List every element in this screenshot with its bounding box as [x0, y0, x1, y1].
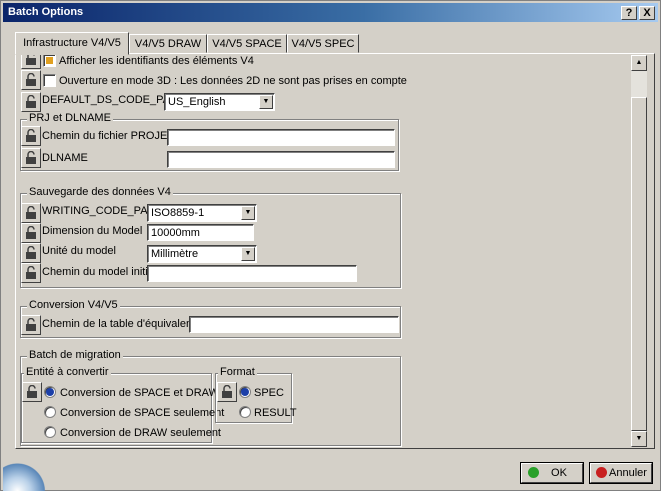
- combo-value: Millimètre: [151, 248, 199, 260]
- lock-icon[interactable]: [21, 126, 41, 146]
- combo-value: US_English: [168, 96, 226, 108]
- open-3d-mode-label: Ouverture en mode 3D : Les données 2D ne…: [59, 75, 407, 87]
- tab-space[interactable]: V4/V5 SPACE: [207, 34, 287, 53]
- lock-icon[interactable]: [21, 55, 41, 69]
- close-button[interactable]: X: [639, 6, 655, 20]
- group-title: Conversion V4/V5: [27, 299, 120, 311]
- entity-radio-draw-only[interactable]: [44, 426, 56, 438]
- equivalence-table-label: Chemin de la table d'équivalence: [42, 318, 204, 330]
- entity-radio-space-draw[interactable]: [44, 386, 56, 398]
- initial-model-path-field[interactable]: [147, 265, 357, 282]
- default-ds-code-page-combo[interactable]: US_English ▼: [164, 93, 275, 111]
- show-identifiers-label: Afficher les identifiants des éléments V…: [59, 55, 254, 67]
- lock-icon[interactable]: [217, 382, 237, 402]
- batch-options-window: Batch Options ? X Infrastructure V4/V5 V…: [0, 0, 661, 491]
- format-radio-result[interactable]: [239, 406, 251, 418]
- tab-panel: Afficher les identifiants des éléments V…: [15, 53, 655, 449]
- options-scroll-area: Afficher les identifiants des éléments V…: [17, 55, 631, 447]
- combo-value: ISO8859-1: [151, 207, 205, 219]
- initial-model-path-label: Chemin du model initial: [42, 266, 157, 278]
- project-file-field[interactable]: [167, 129, 395, 146]
- cancel-icon: [596, 467, 607, 478]
- model-unit-combo[interactable]: Millimètre ▼: [147, 245, 257, 263]
- tab-infrastructure[interactable]: Infrastructure V4/V5: [15, 32, 129, 55]
- scroll-thumb[interactable]: [631, 97, 647, 431]
- title-bar[interactable]: Batch Options ? X: [3, 3, 658, 22]
- group-title: Batch de migration: [27, 349, 123, 361]
- cancel-label: Annuler: [609, 467, 647, 479]
- group-title: Format: [218, 366, 257, 378]
- project-file-label: Chemin du fichier PROJECT: [42, 130, 182, 142]
- lock-icon[interactable]: [21, 223, 41, 243]
- entity-radio-space-only[interactable]: [44, 406, 56, 418]
- entity-option-label: Conversion de SPACE et DRAW: [60, 387, 219, 399]
- vertical-scrollbar[interactable]: ▲ ▼: [631, 55, 647, 447]
- lock-icon[interactable]: [22, 382, 42, 402]
- group-title: Entité à convertir: [24, 366, 111, 378]
- ok-button[interactable]: OK: [521, 463, 583, 483]
- ok-label: OK: [551, 467, 567, 479]
- dlname-label: DLNAME: [42, 152, 88, 164]
- entity-option-label: Conversion de DRAW seulement: [60, 427, 221, 439]
- equivalence-table-field[interactable]: [189, 316, 399, 333]
- help-button[interactable]: ?: [621, 6, 637, 20]
- scroll-down-button[interactable]: ▼: [631, 431, 647, 447]
- lock-icon[interactable]: [21, 315, 41, 335]
- group-title: Sauvegarde des données V4: [27, 186, 173, 198]
- ok-icon: [528, 467, 539, 478]
- entity-option-label: Conversion de SPACE seulement: [60, 407, 225, 419]
- format-option-label: SPEC: [254, 387, 284, 399]
- lock-icon[interactable]: [21, 263, 41, 283]
- writing-code-page-label: WRITING_CODE_PAGE: [42, 205, 164, 217]
- show-identifiers-checkbox[interactable]: [43, 55, 56, 67]
- lock-icon[interactable]: [21, 203, 41, 223]
- lock-icon[interactable]: [21, 148, 41, 168]
- dlname-field[interactable]: [167, 151, 395, 168]
- model-dimension-field[interactable]: 10000mm: [147, 224, 254, 241]
- format-option-label: RESULT: [254, 407, 297, 419]
- lock-icon[interactable]: [21, 243, 41, 263]
- scroll-up-button[interactable]: ▲: [631, 55, 647, 71]
- tab-spec[interactable]: V4/V5 SPEC: [287, 34, 359, 53]
- model-dimension-label: Dimension du Model: [42, 225, 143, 237]
- chevron-down-icon[interactable]: ▼: [241, 247, 255, 261]
- tab-draw[interactable]: V4/V5 DRAW: [129, 34, 207, 53]
- model-unit-label: Unité du model: [42, 245, 116, 257]
- format-radio-spec[interactable]: [239, 386, 251, 398]
- group-title: PRJ et DLNAME: [27, 112, 113, 124]
- chevron-down-icon[interactable]: ▼: [241, 206, 255, 220]
- lock-icon[interactable]: [21, 92, 41, 112]
- open-3d-mode-checkbox[interactable]: [43, 74, 56, 87]
- cancel-button[interactable]: Annuler: [590, 463, 652, 483]
- chevron-down-icon[interactable]: ▼: [259, 95, 273, 109]
- catia-logo: [3, 461, 51, 491]
- window-title: Batch Options: [8, 6, 84, 18]
- writing-code-page-combo[interactable]: ISO8859-1 ▼: [147, 204, 257, 222]
- lock-icon[interactable]: [21, 70, 41, 90]
